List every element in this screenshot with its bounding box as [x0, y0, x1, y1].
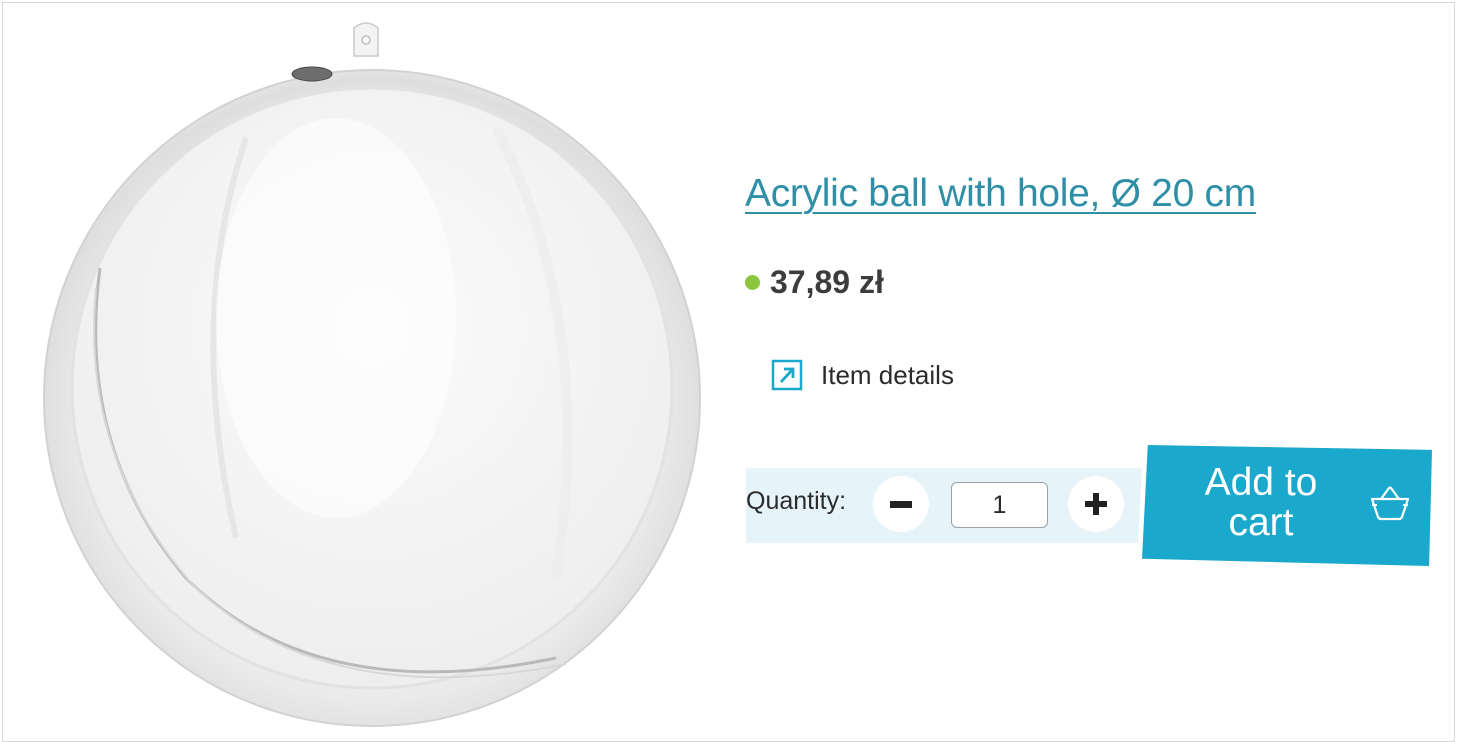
price-row: 37,89 zł [745, 264, 884, 301]
add-to-cart-label: Add to cart [1204, 461, 1318, 544]
product-price: 37,89 zł [770, 264, 884, 300]
product-title-link[interactable]: Acrylic ball with hole, Ø 20 cm [745, 172, 1256, 216]
plus-icon [1085, 493, 1107, 515]
increase-quantity-button[interactable] [1068, 476, 1124, 532]
item-details-label: Item details [821, 359, 954, 390]
basket-icon [1370, 486, 1410, 521]
quantity-label: Quantity: [746, 487, 847, 515]
decrease-quantity-button[interactable] [873, 476, 929, 532]
product-image[interactable] [36, 18, 708, 732]
external-link-icon [771, 359, 803, 391]
availability-dot [745, 275, 760, 290]
minus-icon [890, 501, 912, 508]
add-to-cart-button[interactable]: Add to cart [1142, 445, 1432, 566]
quantity-input[interactable] [951, 482, 1048, 528]
item-details-link[interactable]: Item details [771, 359, 954, 391]
